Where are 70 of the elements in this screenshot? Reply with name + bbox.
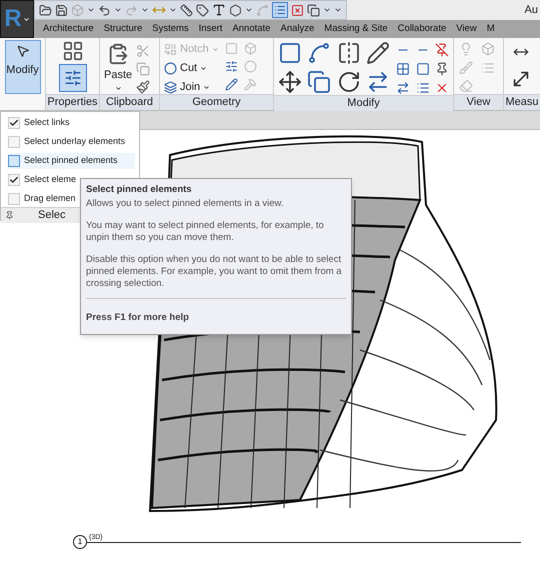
- pointer-icon[interactable]: [16, 44, 30, 58]
- panel-label: View: [466, 95, 490, 110]
- ribbon-tab[interactable]: Annotate: [232, 22, 270, 36]
- panel-label: Modify: [347, 96, 380, 112]
- paint-icon[interactable]: [224, 78, 238, 91]
- caret-icon[interactable]: [114, 6, 122, 14]
- select-option[interactable]: Select underlay elements: [8, 134, 135, 150]
- move-icon[interactable]: [278, 70, 302, 94]
- panel-label: Selec: [38, 208, 66, 224]
- ribbon-tab[interactable]: Structure: [104, 22, 142, 36]
- caret-icon[interactable]: [245, 6, 253, 14]
- tag-icon[interactable]: [196, 4, 209, 16]
- tooltip-text: Allows you to select pinned elements in a view.: [86, 198, 284, 210]
- ribbon-tab[interactable]: Collaborate: [398, 22, 446, 36]
- select-option[interactable]: Select links: [8, 115, 135, 131]
- ribbon-tab[interactable]: Analyze: [280, 22, 314, 36]
- layers-icon[interactable]: [164, 80, 177, 94]
- checkbox[interactable]: [8, 174, 20, 186]
- type-properties-icon[interactable]: [62, 40, 84, 62]
- caret-icon[interactable]: [203, 84, 210, 90]
- panel-label: Measu: [505, 95, 539, 110]
- caret-icon[interactable]: [87, 6, 95, 14]
- text-icon[interactable]: [212, 3, 226, 17]
- window-title: Au: [524, 2, 539, 18]
- ribbon-tab[interactable]: Systems: [152, 22, 189, 36]
- checkbox[interactable]: [8, 155, 20, 167]
- caret-icon[interactable]: [141, 6, 149, 14]
- panel-label: Clipboard: [106, 95, 154, 110]
- pin-icon[interactable]: [435, 62, 450, 76]
- caret-icon[interactable]: [22, 16, 30, 22]
- tooltip-help-text: Press F1 for more help: [86, 312, 189, 323]
- folder-icon[interactable]: [39, 4, 52, 16]
- mirror-icon[interactable]: [336, 41, 361, 65]
- checkbox[interactable]: [8, 193, 20, 205]
- paste-button[interactable]: Paste: [104, 42, 132, 94]
- ribbon-tab[interactable]: M: [486, 22, 495, 36]
- circle-icon[interactable]: [164, 62, 177, 74]
- paintbrush-icon[interactable]: [136, 80, 150, 94]
- rotate-icon[interactable]: [336, 70, 361, 94]
- close-windows-icon[interactable]: [291, 4, 304, 16]
- caret-icon[interactable]: [114, 84, 122, 92]
- measure-icon[interactable]: [180, 4, 193, 16]
- modify-button[interactable]: Modify: [4, 40, 40, 94]
- switch-windows-icon[interactable]: [307, 4, 320, 16]
- properties-icon[interactable]: [64, 69, 82, 87]
- select-option[interactable]: Select pinned elements: [8, 153, 135, 169]
- view-number: 1: [73, 535, 87, 549]
- checkbox[interactable]: [8, 136, 20, 148]
- copy-icon[interactable]: [307, 70, 332, 94]
- unpin-icon[interactable]: [435, 43, 450, 57]
- caret-icon[interactable]: [200, 64, 208, 72]
- tooltip-title: Select pinned elements: [86, 183, 193, 197]
- clipboard-icon[interactable]: [107, 42, 130, 66]
- geometry-tool-button[interactable]: Join: [164, 80, 219, 94]
- ribbon-tab[interactable]: Massing & Site: [324, 22, 388, 36]
- caret-icon[interactable]: [169, 6, 177, 14]
- pin-icon[interactable]: [5, 211, 14, 220]
- tooltip-text: You may want to select pinned elements, for example, to unpin them so you can move them.: [86, 220, 325, 244]
- panel-label: Geometry: [192, 95, 241, 110]
- array-icon[interactable]: [396, 62, 410, 76]
- properties-button[interactable]: [58, 64, 86, 92]
- ribbon-tab[interactable]: View: [456, 22, 477, 36]
- checkbox[interactable]: [8, 117, 20, 129]
- tooltip-text: Disable this option when you do not want to be able to select pinned elements. For example, you want to omit them from a crossing selection.: [86, 254, 343, 290]
- panel-label: Properties: [47, 95, 98, 110]
- ribbon-tab[interactable]: Insert: [198, 22, 222, 36]
- ribbon-tab[interactable]: Architecture: [43, 22, 94, 36]
- undo-icon[interactable]: [98, 4, 111, 16]
- geometry-tool-button[interactable]: Cut: [164, 61, 219, 75]
- save-icon[interactable]: [55, 4, 68, 16]
